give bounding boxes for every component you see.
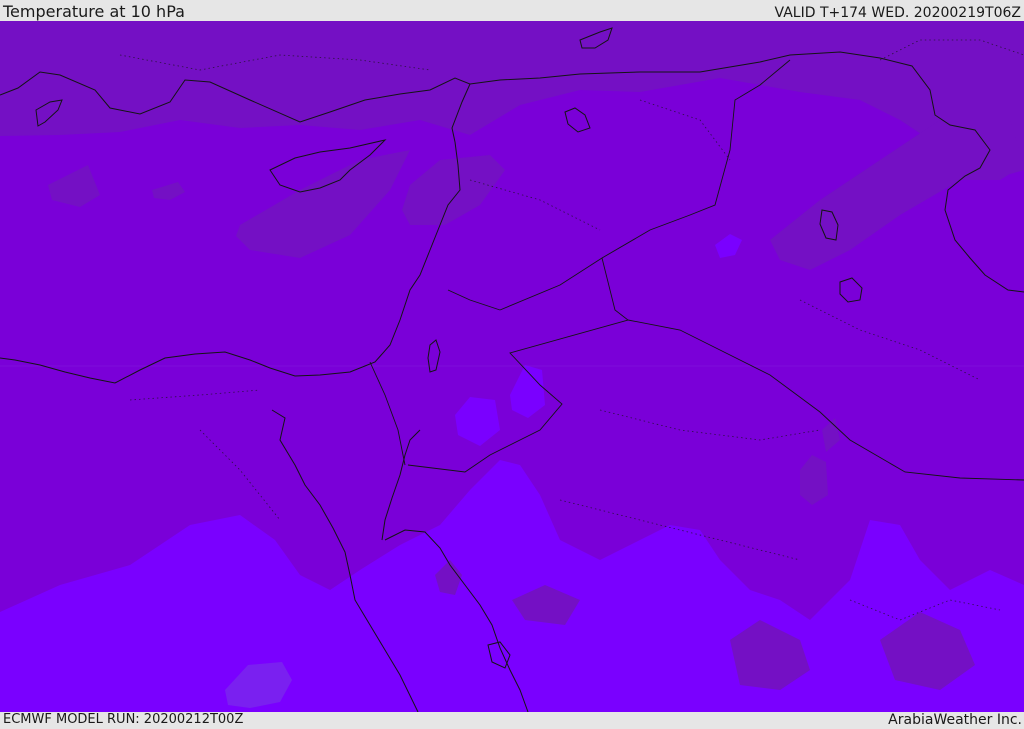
temperature-map	[0, 21, 1024, 712]
map-title: Temperature at 10 hPa	[3, 2, 185, 21]
model-run-label: ECMWF MODEL RUN: 20200212T00Z	[3, 712, 244, 727]
header-bar: Temperature at 10 hPa VALID T+174 WED. 2…	[0, 0, 1024, 21]
valid-time-label: VALID T+174 WED. 20200219T06Z	[774, 5, 1021, 21]
weather-map-frame: Temperature at 10 hPa VALID T+174 WED. 2…	[0, 0, 1024, 729]
credit-label: ArabiaWeather Inc.	[888, 712, 1022, 728]
footer-bar: ECMWF MODEL RUN: 20200212T00Z ArabiaWeat…	[0, 712, 1024, 729]
